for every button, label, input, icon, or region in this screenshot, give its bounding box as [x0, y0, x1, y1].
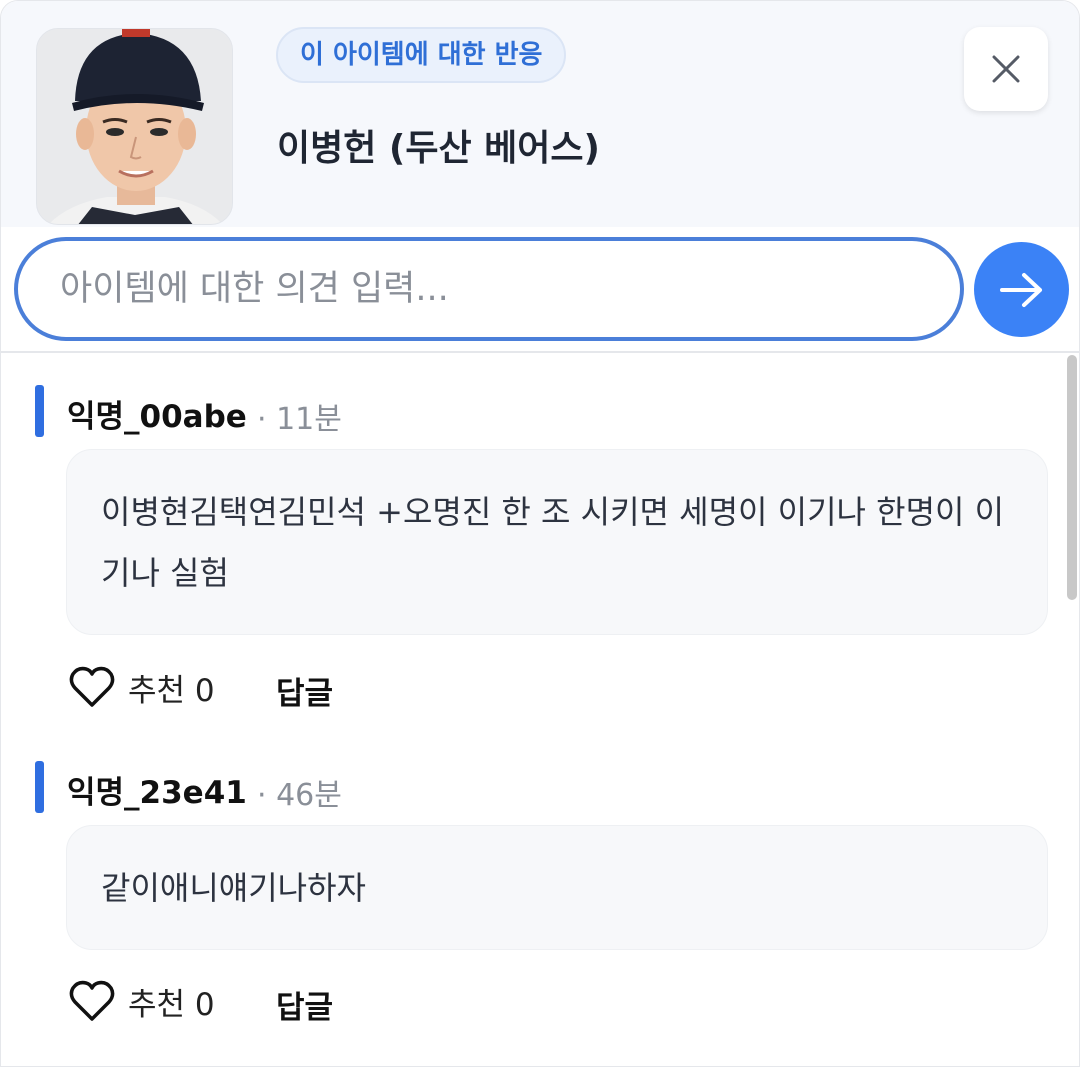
like-button[interactable]: 추천 0: [68, 975, 215, 1027]
comment-actions: 추천 0 답글: [68, 661, 668, 713]
close-button[interactable]: [964, 27, 1048, 111]
like-count: 추천 0: [128, 986, 215, 1023]
comment-text: 같이애니얘기나하자: [101, 869, 366, 907]
comment-author: 익명_23e41: [67, 775, 247, 811]
like-count: 추천 0: [128, 672, 215, 709]
comment-header: 익명_00abe · 11분: [35, 385, 935, 437]
player-thumbnail: [36, 28, 233, 225]
comment-input-wrapper: [14, 237, 964, 341]
comment-accent-bar: [35, 761, 44, 813]
reply-button[interactable]: 답글: [276, 982, 333, 1027]
comment-list: 익명_00abe · 11분 이병현김택연김민석 +오명진 한 조 시키면 세명…: [1, 355, 1066, 1066]
comment-accent-bar: [35, 385, 44, 437]
comment-time: · 11분: [257, 402, 342, 437]
item-header: 이 아이템에 대한 반응 이병헌 (두산 베어스): [1, 1, 1079, 227]
heart-outline-icon: [69, 666, 115, 707]
reaction-sheet: 이 아이템에 대한 반응 이병헌 (두산 베어스) 익명_00abe · 11분: [0, 0, 1080, 1067]
comment-time: · 46분: [257, 778, 342, 813]
arrow-right-icon: [999, 272, 1042, 307]
scrollbar[interactable]: [1067, 355, 1077, 600]
heart-outline-icon: [69, 980, 115, 1021]
comment-bubble: 이병현김택연김민석 +오명진 한 조 시키면 세명이 이기나 한명이 이기나 실…: [66, 449, 1048, 635]
reply-button[interactable]: 답글: [276, 668, 333, 713]
comment-input[interactable]: [60, 241, 920, 337]
item-title: 이병헌 (두산 베어스): [277, 128, 600, 169]
like-button[interactable]: 추천 0: [68, 661, 215, 713]
player-portrait-image: [37, 29, 232, 224]
comment-header: 익명_23e41 · 46분: [35, 761, 935, 813]
send-button[interactable]: [974, 242, 1069, 337]
comment-input-row: [1, 227, 1079, 353]
comment-author: 익명_00abe: [67, 399, 247, 435]
reaction-badge: 이 아이템에 대한 반응: [276, 27, 567, 83]
comment-text: 이병현김택연김민석 +오명진 한 조 시키면 세명이 이기나 한명이 이기나 실…: [101, 493, 1005, 592]
close-icon: [992, 55, 1020, 83]
comment-bubble: 같이애니얘기나하자: [66, 825, 1048, 950]
comment-actions: 추천 0 답글: [68, 975, 668, 1027]
